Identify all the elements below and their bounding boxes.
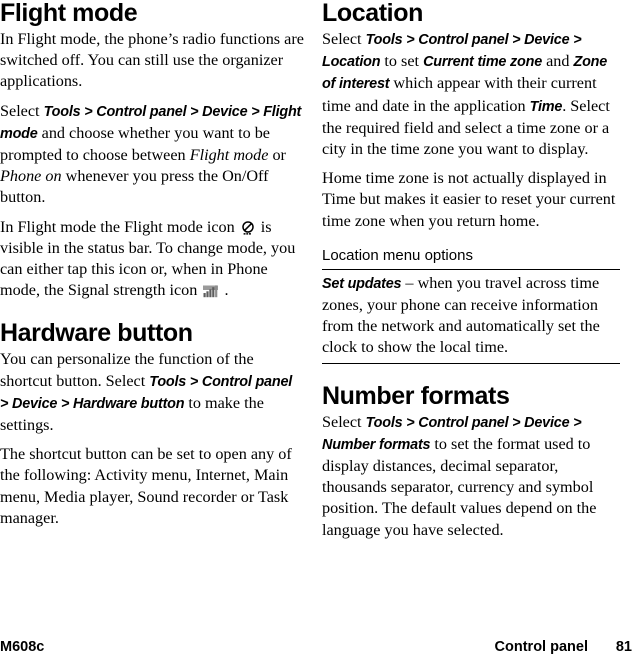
text-run: and	[542, 52, 574, 71]
heading-hardware-button: Hardware button	[0, 319, 193, 348]
footer-page-number: 81	[615, 639, 632, 655]
heading-flight-mode: Flight mode	[0, 0, 138, 27]
signal-strength-icon	[203, 284, 219, 298]
location-menu-options-table: Set updates – when you travel across tim…	[322, 268, 620, 364]
heading-location: Location	[322, 0, 423, 27]
page-footer: M608c Control panel 81	[0, 636, 632, 658]
paragraph-flight-mode-intro: In Flight mode, the phone’s radio functi…	[0, 30, 304, 91]
paragraph-home-time-zone: Home time zone is not actually displayed…	[322, 169, 616, 230]
text-run: or	[268, 146, 286, 165]
text-run: Select	[322, 30, 366, 48]
menu-path-time: Time	[529, 98, 563, 115]
text-run: In Flight mode the Flight mode icon	[0, 217, 239, 236]
heading-number-formats: Number formats	[322, 381, 510, 410]
left-column: Flight mode In Flight mode, the phone’s …	[0, 0, 310, 537]
footer-model: M608c	[0, 639, 45, 655]
text-run: .	[220, 281, 229, 300]
paragraph-hardware-button-targets: The shortcut button can be set to open a…	[0, 445, 292, 527]
footer-chapter: Control panel	[494, 639, 588, 655]
subheading-location-menu-options: Location menu options	[322, 246, 473, 264]
paragraph-flight-mode-select: Select Tools > Control panel > Device > …	[0, 101, 304, 209]
two-column-layout: Flight mode In Flight mode, the phone’s …	[0, 0, 632, 549]
right-column: Location Select Tools > Control panel > …	[310, 0, 620, 549]
paragraph-number-formats-select: Select Tools > Control panel > Device > …	[322, 412, 620, 541]
manual-page: Flight mode In Flight mode, the phone’s …	[0, 0, 632, 658]
text-run: to set	[380, 52, 424, 71]
emphasis-flight-mode: Flight mode	[189, 146, 269, 165]
option-row-set-updates: Set updates – when you travel across tim…	[322, 273, 620, 359]
flight-mode-icon	[241, 220, 255, 235]
text-run: Select	[322, 412, 366, 431]
option-term-set-updates: Set updates	[322, 275, 402, 292]
text-run: Select	[0, 101, 44, 120]
emphasis-phone-on: Phone on	[0, 167, 62, 186]
paragraph-flight-mode-icons: In Flight mode the Flight mode icon is v…	[0, 217, 304, 302]
paragraph-location-select: Select Tools > Control panel > Device > …	[322, 29, 620, 160]
paragraph-hardware-button-select: You can personalize the function of the …	[0, 349, 304, 436]
menu-path-current-time-zone: Current time zone	[423, 54, 543, 71]
